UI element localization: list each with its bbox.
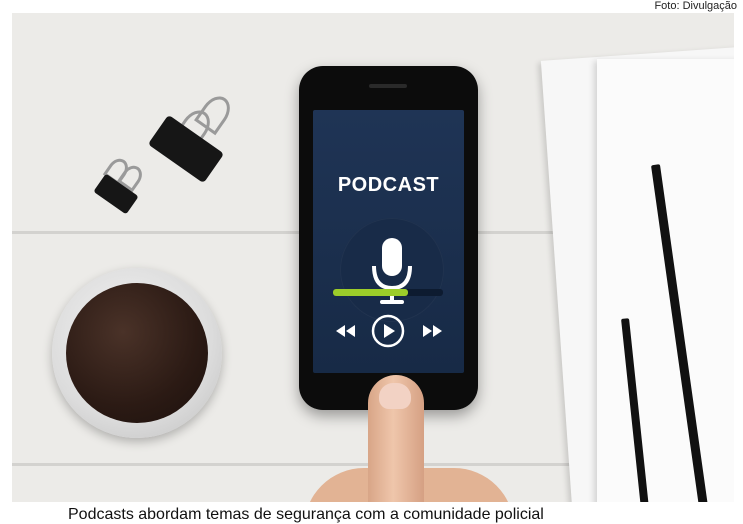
photo-caption: Podcasts abordam temas de segurança com …	[68, 506, 544, 523]
microphone-button[interactable]	[340, 218, 444, 322]
microphone-icon	[372, 238, 412, 304]
playback-controls	[313, 314, 464, 350]
photo-credit: Foto: Divulgação	[654, 0, 737, 12]
fast-forward-icon[interactable]	[419, 322, 445, 340]
podcast-title: PODCAST	[337, 174, 440, 196]
podcast-photo: PODCAST	[12, 13, 734, 502]
paper-sheet	[597, 59, 734, 502]
progress-bar[interactable]	[333, 289, 443, 296]
rewind-icon[interactable]	[333, 322, 359, 340]
podcast-app-screen: PODCAST	[313, 110, 464, 373]
smartphone: PODCAST	[299, 66, 478, 410]
fingernail	[379, 383, 411, 409]
coffee	[66, 283, 208, 423]
phone-speaker	[369, 84, 407, 88]
play-icon[interactable]	[371, 314, 405, 348]
progress-fill	[333, 289, 408, 296]
